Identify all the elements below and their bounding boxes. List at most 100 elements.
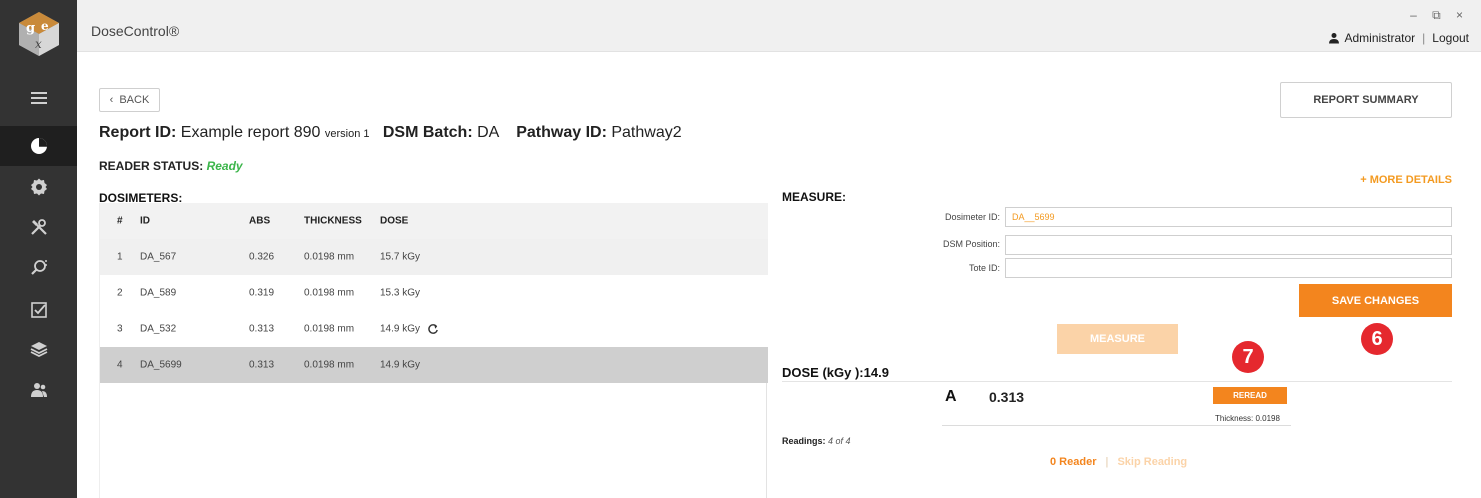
user-area: Administrator | Logout bbox=[1328, 31, 1469, 45]
reader-status-label: READER STATUS: bbox=[99, 159, 204, 173]
measure-button[interactable]: MEASURE bbox=[1057, 324, 1178, 354]
dosimeter-id-label: Dosimeter ID: bbox=[944, 212, 1000, 222]
layers-icon bbox=[30, 342, 47, 358]
col-header-thickness: THICKNESS bbox=[304, 215, 362, 227]
row-abs: 0.313 bbox=[249, 323, 275, 335]
users-icon bbox=[30, 383, 47, 397]
pathway-value: Pathway2 bbox=[611, 124, 682, 141]
reread-button[interactable]: REREAD bbox=[1213, 387, 1287, 404]
row-dose: 15.7 kGy bbox=[380, 251, 421, 263]
row-thickness: 0.0198 mm bbox=[304, 359, 355, 371]
dsm-batch-value: DA bbox=[477, 124, 499, 141]
table-header: # ID ABS THICKNESS DOSE bbox=[100, 203, 768, 239]
link-separator: | bbox=[1105, 456, 1109, 468]
nav-settings[interactable] bbox=[0, 167, 77, 207]
row-thickness: 0.0198 mm bbox=[304, 323, 355, 335]
callout-badge-6: 6 bbox=[1361, 323, 1393, 355]
report-summary-button[interactable]: REPORT SUMMARY bbox=[1280, 82, 1452, 118]
logout-link[interactable]: Logout bbox=[1432, 31, 1469, 45]
row-dose: 15.3 kGy bbox=[380, 287, 421, 299]
row-abs: 0.326 bbox=[249, 251, 275, 263]
row-abs: 0.319 bbox=[249, 287, 275, 299]
back-button[interactable]: ‹ BACK bbox=[99, 88, 160, 112]
reader-link[interactable]: 0 Reader bbox=[1050, 456, 1096, 468]
dsm-batch-label: DSM Batch: bbox=[382, 124, 473, 141]
reader-links: 0 Reader | Skip Reading bbox=[1050, 456, 1187, 468]
row-id: DA_589 bbox=[140, 287, 177, 299]
table-row[interactable]: 2 DA_589 0.319 0.0198 mm 15.3 kGy bbox=[100, 275, 768, 311]
svg-text:x: x bbox=[35, 37, 42, 51]
row-thickness: 0.0198 mm bbox=[304, 251, 355, 263]
reading-value: 0.313 bbox=[989, 389, 1025, 405]
gear-icon bbox=[30, 178, 47, 196]
report-id-value: Example report 890 bbox=[180, 124, 321, 141]
readings-label: Readings: bbox=[782, 436, 826, 446]
tote-id-field[interactable] bbox=[1005, 258, 1452, 278]
pie-chart-icon bbox=[30, 138, 47, 154]
save-changes-button[interactable]: SAVE CHANGES bbox=[1299, 284, 1452, 317]
measure-title: MEASURE: bbox=[782, 190, 847, 204]
reading-thickness: Thickness: 0.0198 bbox=[1215, 414, 1280, 423]
user-icon bbox=[1329, 33, 1340, 44]
reading-letter: A bbox=[945, 388, 957, 405]
tools-icon bbox=[30, 219, 47, 235]
chevron-left-icon: ‹ bbox=[109, 94, 114, 106]
row-id: DA_532 bbox=[140, 323, 177, 335]
svg-text:e: e bbox=[41, 19, 49, 33]
row-num: 2 bbox=[117, 287, 123, 299]
row-id: DA_567 bbox=[140, 251, 177, 263]
row-thickness: 0.0198 mm bbox=[304, 287, 355, 299]
table-row[interactable]: 3 DA_532 0.313 0.0198 mm 14.9 kGy bbox=[100, 311, 768, 347]
nav-menu[interactable] bbox=[0, 78, 77, 118]
app-logo: g e x bbox=[15, 10, 63, 58]
dose-divider bbox=[782, 381, 1452, 382]
back-label: BACK bbox=[119, 94, 150, 106]
svg-text:g: g bbox=[26, 21, 35, 36]
row-abs: 0.313 bbox=[249, 359, 275, 371]
reader-status-value: Ready bbox=[206, 159, 243, 173]
row-num: 3 bbox=[117, 323, 123, 335]
table-row-selected[interactable]: 4 DA_5699 0.313 0.0198 mm 14.9 kGy bbox=[100, 347, 768, 383]
menu-icon bbox=[30, 92, 47, 104]
readings-count: Readings: 4 of 4 bbox=[782, 436, 851, 446]
report-version: version 1 bbox=[324, 128, 370, 140]
row-num: 1 bbox=[117, 251, 123, 263]
col-header-dose: DOSE bbox=[380, 215, 409, 227]
window-controls[interactable]: – ⧉ × bbox=[1410, 8, 1469, 23]
table-row[interactable]: 1 DA_567 0.326 0.0198 mm 15.7 kGy bbox=[100, 239, 768, 275]
report-id-label: Report ID: bbox=[99, 124, 177, 141]
dosimeter-id-field[interactable]: DA__5699 bbox=[1005, 207, 1452, 227]
dsm-position-label: DSM Position: bbox=[942, 239, 1000, 249]
nav-layers[interactable] bbox=[0, 329, 77, 369]
row-dose-cell: 14.9 kGy bbox=[380, 323, 439, 335]
pathway-label: Pathway ID: bbox=[516, 124, 607, 141]
row-num: 4 bbox=[117, 359, 123, 371]
nav-search[interactable] bbox=[0, 248, 77, 288]
row-id: DA_5699 bbox=[140, 359, 182, 371]
sidebar: g e x bbox=[0, 0, 77, 498]
row-dose: 14.9 kGy bbox=[380, 359, 421, 371]
user-separator: | bbox=[1422, 31, 1426, 45]
dose-summary: DOSE (kGy ):14.9 bbox=[782, 365, 889, 380]
report-info: Report ID: Example report 890 version 1 … bbox=[99, 124, 682, 142]
nav-users[interactable] bbox=[0, 370, 77, 410]
checklist-icon bbox=[30, 302, 47, 318]
reading-divider bbox=[942, 425, 1291, 426]
app-title: DoseControl® bbox=[91, 23, 180, 39]
more-details-link[interactable]: + MORE DETAILS bbox=[1360, 174, 1452, 186]
col-header-abs: ABS bbox=[249, 215, 271, 227]
skip-reading-link[interactable]: Skip Reading bbox=[1117, 456, 1187, 468]
tote-id-label: Tote ID: bbox=[968, 263, 1000, 273]
user-name[interactable]: Administrator bbox=[1344, 31, 1415, 45]
col-header-num: # bbox=[117, 215, 123, 227]
reader-status: READER STATUS: Ready bbox=[99, 159, 243, 173]
search-icon bbox=[30, 260, 47, 275]
nav-tasks[interactable] bbox=[0, 290, 77, 330]
readings-value: 4 of 4 bbox=[828, 436, 851, 446]
nav-dashboard[interactable] bbox=[0, 126, 77, 166]
top-bar: DoseControl® – ⧉ × Administrator | Logou… bbox=[77, 0, 1481, 52]
reload-icon[interactable] bbox=[427, 323, 439, 335]
dsm-position-field[interactable] bbox=[1005, 235, 1452, 255]
dosimeters-table: # ID ABS THICKNESS DOSE 1 DA_567 0.326 0… bbox=[99, 203, 768, 498]
nav-tools[interactable] bbox=[0, 207, 77, 247]
